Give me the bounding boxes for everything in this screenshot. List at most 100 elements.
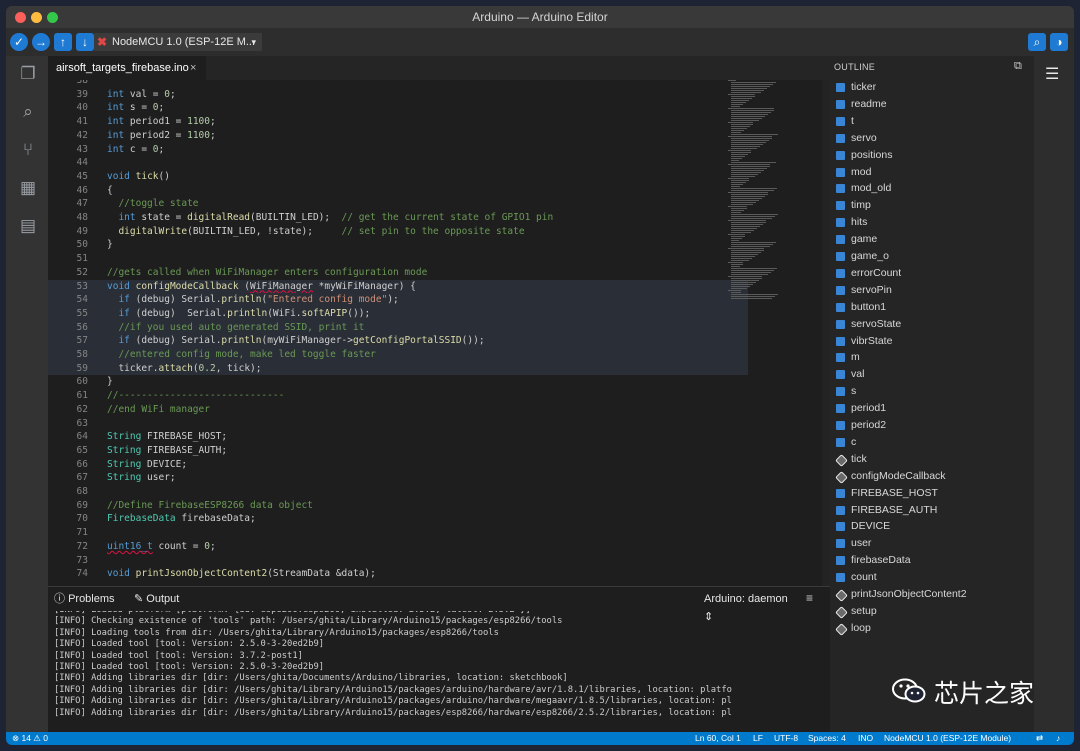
close-icon[interactable]: × bbox=[190, 56, 196, 80]
outline-item[interactable]: user bbox=[836, 535, 1026, 552]
source-control-icon[interactable]: ⑂ bbox=[18, 140, 38, 160]
outline-item[interactable]: loop bbox=[835, 620, 1026, 637]
outline-item[interactable]: game bbox=[836, 231, 1026, 248]
port-icon[interactable]: ⇄ bbox=[1036, 732, 1043, 745]
code-line[interactable]: 53 void configModeCallback (WiFiManager *… bbox=[48, 279, 748, 294]
outline-item[interactable]: firebaseData bbox=[836, 552, 1026, 569]
code-line[interactable]: 66 String DEVICE; bbox=[48, 458, 748, 472]
code-editor[interactable]: 38 39 int val = 0; 40 int s = 0; 41 int period… bbox=[48, 80, 830, 586]
serial-plotter-button[interactable]: ◑ bbox=[1050, 33, 1068, 51]
bell-icon[interactable]: ♪ bbox=[1056, 732, 1060, 745]
outline-item[interactable]: configModeCallback bbox=[835, 468, 1026, 485]
outline-item[interactable]: errorCount bbox=[836, 265, 1026, 282]
files-icon[interactable]: ❐ bbox=[18, 64, 38, 84]
code-line[interactable]: 58 //entered config mode, make led toggl… bbox=[48, 348, 748, 362]
code-line[interactable]: 39 int val = 0; bbox=[48, 88, 748, 102]
code-line[interactable]: 69 //Define FirebaseESP8266 data object bbox=[48, 499, 748, 513]
language-mode[interactable]: INO bbox=[858, 732, 873, 745]
code-line[interactable]: 45 void tick() bbox=[48, 170, 748, 184]
editor-scrollbar[interactable] bbox=[822, 80, 830, 586]
code-line[interactable]: 62 //end WiFi manager bbox=[48, 403, 748, 417]
outline-item[interactable]: game_o bbox=[836, 248, 1026, 265]
code-line[interactable]: 54 if (debug) Serial.println("Entered co… bbox=[48, 293, 748, 307]
indentation[interactable]: Spaces: 4 bbox=[808, 732, 846, 745]
code-line[interactable]: 48 int state = digitalRead(BUILTIN_LED);… bbox=[48, 211, 748, 225]
line-ending[interactable]: LF bbox=[753, 732, 763, 745]
code-line[interactable]: 55 if (debug) Serial.println(WiFi.softAP… bbox=[48, 306, 748, 321]
problems-count[interactable]: ⊗ 14 ⚠ 0 bbox=[12, 732, 48, 745]
outline-item[interactable]: FIREBASE_HOST bbox=[836, 485, 1026, 502]
outline-item[interactable]: c bbox=[836, 434, 1026, 451]
board-manager-icon[interactable]: ▦ bbox=[18, 178, 38, 198]
code-line[interactable]: 41 int period1 = 1100; bbox=[48, 115, 748, 129]
code-line[interactable]: 64 String FIREBASE_HOST; bbox=[48, 430, 748, 444]
verify-button[interactable]: ✓ bbox=[10, 33, 28, 51]
serial-monitor-button[interactable]: ⌕ bbox=[1028, 33, 1046, 51]
outline-item[interactable]: button1 bbox=[836, 299, 1026, 316]
code-line[interactable]: 59 ticker.attach(0.2, tick); bbox=[48, 361, 748, 376]
tab-output[interactable]: ✎ Output bbox=[134, 591, 179, 607]
outline-item[interactable]: count bbox=[836, 569, 1026, 586]
library-manager-icon[interactable]: ▤ bbox=[18, 216, 38, 236]
code-line[interactable]: 51 bbox=[48, 252, 748, 266]
cursor-position[interactable]: Ln 60, Col 1 bbox=[695, 732, 741, 745]
encoding[interactable]: UTF-8 bbox=[774, 732, 798, 745]
outline-list-icon[interactable]: ☰ bbox=[1045, 64, 1059, 84]
code-line[interactable]: 42 int period2 = 1100; bbox=[48, 129, 748, 143]
collapse-all-icon[interactable]: ⧉ bbox=[1014, 60, 1022, 73]
code-line[interactable]: 74 void printJsonObjectContent2(StreamDat… bbox=[48, 567, 748, 581]
outline-item[interactable]: vibrState bbox=[836, 333, 1026, 350]
code-line[interactable]: 44 bbox=[48, 156, 748, 170]
outline-item[interactable]: tick bbox=[835, 451, 1026, 468]
code-line[interactable]: 72 uint16_t count = 0; bbox=[48, 540, 748, 554]
outline-item[interactable]: hits bbox=[836, 214, 1026, 231]
outline-item[interactable]: setup bbox=[835, 603, 1026, 620]
outline-item[interactable]: positions bbox=[836, 147, 1026, 164]
code-line[interactable]: 63 bbox=[48, 417, 748, 431]
outline-item[interactable]: mod bbox=[836, 164, 1026, 181]
board-select[interactable]: ✖ NodeMCU 1.0 (ESP-12E M... ▾ bbox=[94, 33, 262, 51]
code-line[interactable]: 47 //toggle state bbox=[48, 197, 748, 211]
outline-item[interactable]: ticker bbox=[836, 79, 1026, 96]
code-line[interactable]: 46 { bbox=[48, 184, 748, 198]
outline-item[interactable]: t bbox=[836, 113, 1026, 130]
code-line[interactable]: 68 bbox=[48, 485, 748, 499]
save-button[interactable]: ↓ bbox=[76, 33, 94, 51]
code-line[interactable]: 52 //gets called when WiFiManager enters … bbox=[48, 266, 748, 280]
code-line[interactable]: 61 //----------------------------- bbox=[48, 389, 748, 403]
outline-item[interactable]: DEVICE bbox=[836, 518, 1026, 535]
status-board[interactable]: NodeMCU 1.0 (ESP-12E Module) bbox=[884, 732, 1011, 745]
code-line[interactable]: 38 bbox=[48, 80, 748, 88]
outline-item[interactable]: val bbox=[836, 366, 1026, 383]
open-button[interactable]: ↑ bbox=[54, 33, 72, 51]
code-line[interactable]: 65 String FIREBASE_AUTH; bbox=[48, 444, 748, 458]
outline-item[interactable]: timp bbox=[836, 197, 1026, 214]
outline-item[interactable]: s bbox=[836, 383, 1026, 400]
code-line[interactable]: 49 digitalWrite(BUILTIN_LED, !state); //… bbox=[48, 225, 748, 239]
code-line[interactable]: 40 int s = 0; bbox=[48, 101, 748, 115]
code-line[interactable]: 43 int c = 0; bbox=[48, 143, 748, 157]
code-line[interactable]: 73 bbox=[48, 554, 748, 568]
outline-item[interactable]: readme bbox=[836, 96, 1026, 113]
upload-button[interactable]: → bbox=[32, 33, 50, 51]
outline-item[interactable]: servoPin bbox=[836, 282, 1026, 299]
search-icon[interactable]: ⌕ bbox=[18, 102, 38, 122]
code-line[interactable]: 67 String user; bbox=[48, 471, 748, 485]
code-line[interactable]: 60} bbox=[48, 375, 748, 389]
code-line[interactable]: 71 bbox=[48, 526, 748, 540]
outline-item[interactable]: mod_old bbox=[836, 180, 1026, 197]
outline-item[interactable]: servoState bbox=[836, 316, 1026, 333]
outline-item[interactable]: period2 bbox=[836, 417, 1026, 434]
code-line[interactable]: 56 //if you used auto generated SSID, pr… bbox=[48, 320, 748, 335]
outline-item[interactable]: period1 bbox=[836, 400, 1026, 417]
outline-item[interactable]: servo bbox=[836, 130, 1026, 147]
output-channel-select[interactable]: Arduino: daemon ⇕ bbox=[704, 590, 800, 623]
code-line[interactable]: 57 if (debug) Serial.println(myWiFiManag… bbox=[48, 334, 748, 348]
outline-item[interactable]: FIREBASE_AUTH bbox=[836, 502, 1026, 519]
code-line[interactable]: 50} bbox=[48, 238, 748, 252]
code-line[interactable]: 70 FirebaseData firebaseData; bbox=[48, 512, 748, 526]
outline-item[interactable]: printJsonObjectContent2 bbox=[835, 586, 1026, 603]
output-log[interactable]: [INFO] Loaded platform [platform: {id: e… bbox=[54, 611, 818, 731]
tab-sketch[interactable]: airsoft_targets_firebase.ino × bbox=[48, 56, 206, 80]
tab-problems[interactable]: ⓘ Problems bbox=[54, 591, 115, 607]
